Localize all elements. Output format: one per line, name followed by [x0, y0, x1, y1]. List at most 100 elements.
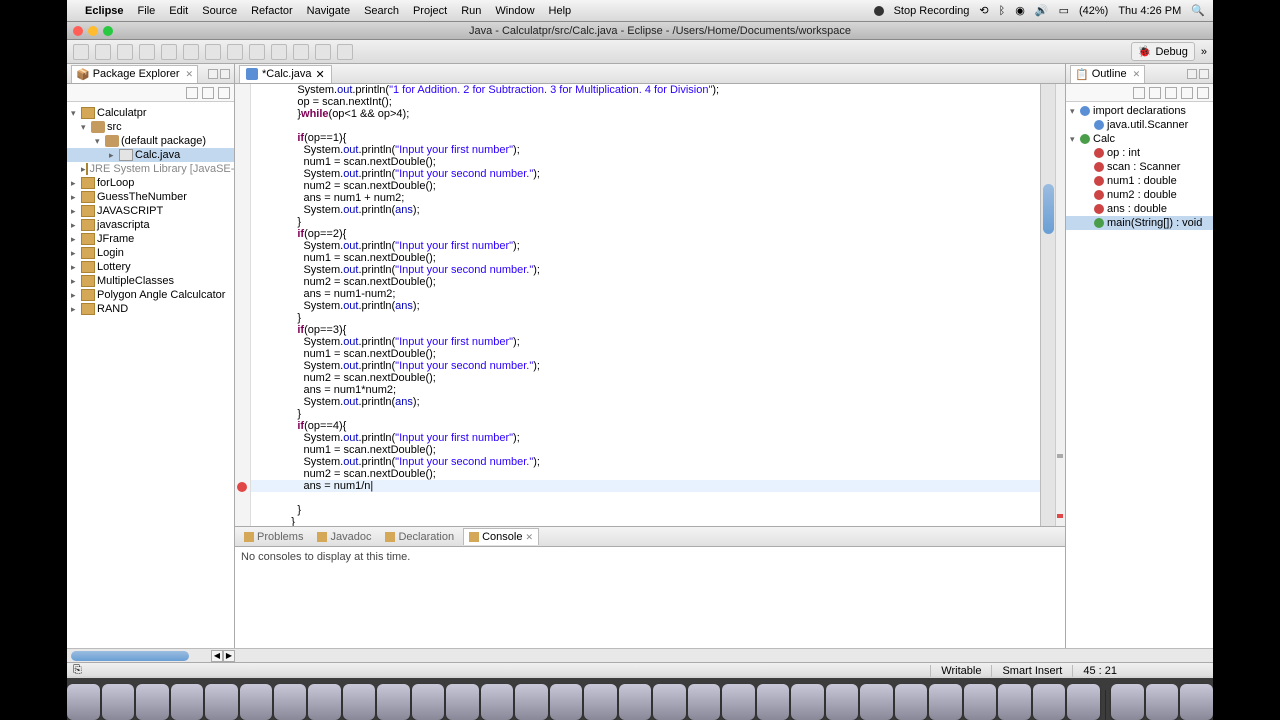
- run-button[interactable]: [161, 44, 177, 60]
- mail-icon[interactable]: [377, 684, 409, 720]
- clock[interactable]: Thu 4:26 PM: [1118, 5, 1181, 17]
- pages-icon[interactable]: [722, 684, 754, 720]
- print-button[interactable]: [117, 44, 133, 60]
- hide-local-icon[interactable]: [1197, 87, 1209, 99]
- skype-icon[interactable]: [860, 684, 892, 720]
- hide-static-icon[interactable]: [1165, 87, 1177, 99]
- scroll-left-icon[interactable]: ◀: [211, 650, 223, 662]
- menu-help[interactable]: Help: [549, 5, 572, 17]
- outline-tree[interactable]: ▾import declarationsjava.util.Scanner▾Ca…: [1066, 102, 1213, 648]
- numbers-icon[interactable]: [757, 684, 789, 720]
- new-class-button[interactable]: [227, 44, 243, 60]
- terminal-icon[interactable]: [515, 684, 547, 720]
- tab-declaration[interactable]: Declaration: [380, 529, 459, 545]
- finder-icon[interactable]: [67, 684, 99, 720]
- scrollbar-thumb[interactable]: [71, 651, 189, 661]
- preview-icon[interactable]: [171, 684, 203, 720]
- toggle-mark-button[interactable]: [293, 44, 309, 60]
- tree-item[interactable]: ▸RAND: [67, 302, 234, 316]
- eclipse-icon[interactable]: [929, 684, 961, 720]
- close-icon[interactable]: ✕: [1133, 69, 1141, 80]
- safari-icon[interactable]: [274, 684, 306, 720]
- notes-icon[interactable]: [446, 684, 478, 720]
- tree-item[interactable]: ▸GuessTheNumber: [67, 190, 234, 204]
- menu-run[interactable]: Run: [461, 5, 481, 17]
- menu-project[interactable]: Project: [413, 5, 447, 17]
- vertical-scrollbar[interactable]: [1040, 84, 1055, 526]
- steam-icon[interactable]: [895, 684, 927, 720]
- tree-item[interactable]: ▸Lottery: [67, 260, 234, 274]
- tab-javadoc[interactable]: Javadoc: [312, 529, 376, 545]
- open-type-button[interactable]: [249, 44, 265, 60]
- link-editor-icon[interactable]: [202, 87, 214, 99]
- photo-booth-icon[interactable]: [550, 684, 582, 720]
- nav-fwd-button[interactable]: [337, 44, 353, 60]
- tree-item[interactable]: ▸forLoop: [67, 176, 234, 190]
- menu-source[interactable]: Source: [202, 5, 237, 17]
- search-button[interactable]: [271, 44, 287, 60]
- outline-item[interactable]: ans : double: [1066, 202, 1213, 216]
- nav-back-button[interactable]: [315, 44, 331, 60]
- tree-item[interactable]: ▾Calculatpr: [67, 106, 234, 120]
- outline-item[interactable]: op : int: [1066, 146, 1213, 160]
- editor-gutter[interactable]: [235, 84, 251, 526]
- mission-control-icon[interactable]: [136, 684, 168, 720]
- trash-icon[interactable]: [1180, 684, 1212, 720]
- outline-item[interactable]: java.util.Scanner: [1066, 118, 1213, 132]
- close-icon[interactable]: ✕: [186, 69, 194, 80]
- tree-item[interactable]: ▸JAVASCRIPT: [67, 204, 234, 218]
- app-store-icon[interactable]: [102, 684, 134, 720]
- view-menu-icon[interactable]: [218, 87, 230, 99]
- tree-item[interactable]: ▸Polygon Angle Calculcator: [67, 288, 234, 302]
- package-explorer-tree[interactable]: ▾Calculatpr▾src▾(default package)▸Calc.j…: [67, 102, 234, 648]
- chrome-icon[interactable]: [308, 684, 340, 720]
- error-mark[interactable]: [1057, 514, 1063, 518]
- system-prefs-icon[interactable]: [584, 684, 616, 720]
- horizontal-scrollbar[interactable]: ◀ ▶: [67, 650, 235, 662]
- calendar-icon[interactable]: [412, 684, 444, 720]
- close-icon[interactable]: ✕: [316, 68, 325, 81]
- app-icon[interactable]: [1067, 684, 1099, 720]
- close-icon[interactable]: ✕: [525, 532, 533, 543]
- documents-stack-icon[interactable]: [1146, 684, 1178, 720]
- activity-icon[interactable]: [653, 684, 685, 720]
- minimize-window[interactable]: [88, 26, 98, 36]
- package-explorer-tab[interactable]: 📦 Package Explorer ✕: [67, 64, 234, 84]
- menu-edit[interactable]: Edit: [169, 5, 188, 17]
- new-package-button[interactable]: [205, 44, 221, 60]
- game-icon[interactable]: [964, 684, 996, 720]
- vlc-icon[interactable]: [998, 684, 1030, 720]
- zoom-window[interactable]: [103, 26, 113, 36]
- wifi-icon[interactable]: ◉: [1015, 4, 1025, 17]
- sync-app-icon[interactable]: [1033, 684, 1065, 720]
- firefox-icon[interactable]: [343, 684, 375, 720]
- tab-console[interactable]: Console✕: [463, 528, 539, 545]
- menu-window[interactable]: Window: [495, 5, 534, 17]
- hide-nonpublic-icon[interactable]: [1181, 87, 1193, 99]
- menu-refactor[interactable]: Refactor: [251, 5, 293, 17]
- sync-icon[interactable]: ⟲: [979, 4, 988, 17]
- bluetooth-icon[interactable]: ᛒ: [999, 5, 1006, 17]
- collapse-all-icon[interactable]: [186, 87, 198, 99]
- tab-problems[interactable]: Problems: [239, 529, 308, 545]
- maximize-view-icon[interactable]: [220, 69, 230, 79]
- overview-ruler[interactable]: [1055, 84, 1065, 526]
- tree-item[interactable]: ▸javascripta: [67, 218, 234, 232]
- menu-navigate[interactable]: Navigate: [307, 5, 350, 17]
- word-icon[interactable]: [826, 684, 858, 720]
- menu-file[interactable]: File: [138, 5, 156, 17]
- minimize-view-icon[interactable]: [208, 69, 218, 79]
- tree-item[interactable]: ▸Login: [67, 246, 234, 260]
- stop-recording[interactable]: Stop Recording: [894, 5, 970, 17]
- downloads-stack-icon[interactable]: [1111, 684, 1143, 720]
- close-window[interactable]: [73, 26, 83, 36]
- textedit-icon[interactable]: [619, 684, 651, 720]
- battery-icon[interactable]: ▭: [1059, 4, 1069, 17]
- ext-tools-button[interactable]: [183, 44, 199, 60]
- scroll-right-icon[interactable]: ▶: [223, 650, 235, 662]
- perspective-more-icon[interactable]: »: [1201, 46, 1207, 58]
- spotlight-icon[interactable]: 🔍: [1191, 4, 1205, 17]
- maximize-view-icon[interactable]: [1199, 69, 1209, 79]
- error-marker-icon[interactable]: [237, 482, 247, 492]
- debug-perspective-button[interactable]: 🐞 Debug: [1131, 42, 1195, 61]
